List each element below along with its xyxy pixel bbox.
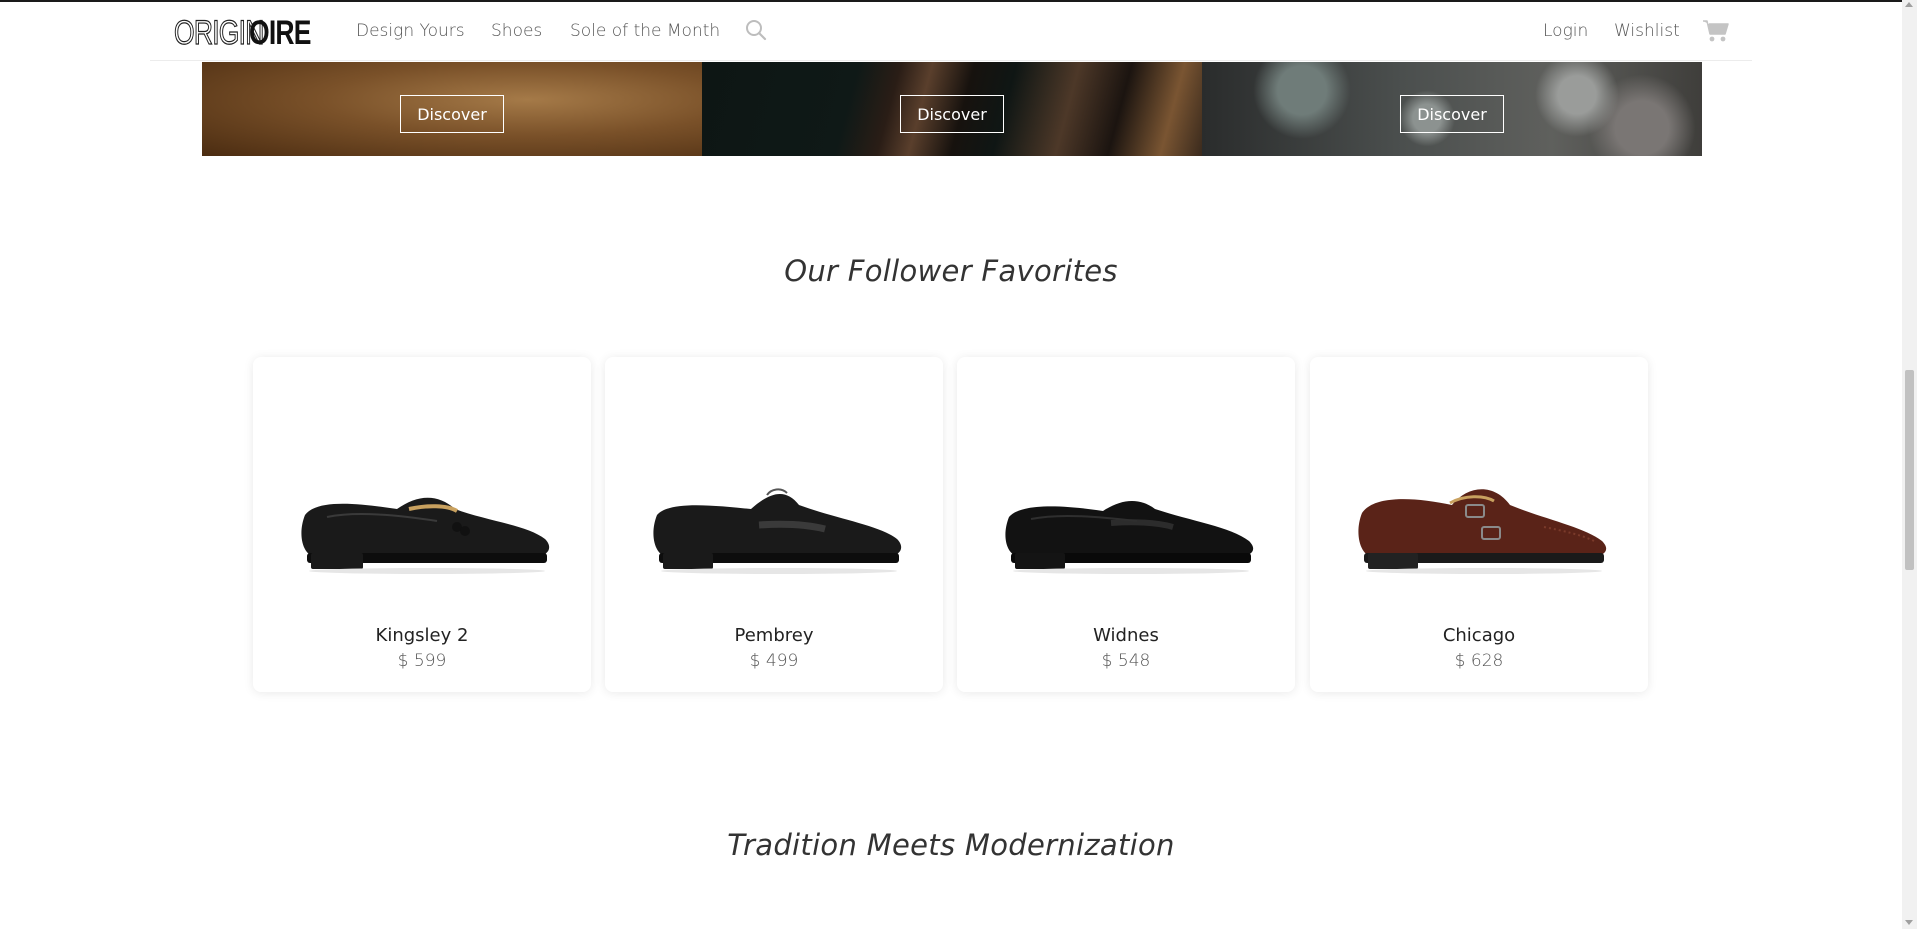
product-price: $ 499 bbox=[749, 651, 799, 671]
product-image bbox=[1005, 500, 1254, 574]
scrollbar-thumb[interactable] bbox=[1905, 370, 1914, 570]
product-image bbox=[653, 488, 902, 574]
product-price: $ 599 bbox=[397, 651, 447, 671]
product-name: Widnes bbox=[1093, 625, 1159, 646]
nav-design-yours[interactable]: Design Yours bbox=[356, 21, 465, 41]
category-banner-1: Discover bbox=[202, 62, 702, 156]
product-card[interactable]: Pembrey $ 499 bbox=[605, 357, 943, 692]
product-card[interactable]: Kingsley 2 $ 599 bbox=[253, 357, 591, 692]
product-name: Chicago bbox=[1442, 625, 1516, 646]
discover-button[interactable]: Discover bbox=[900, 95, 1004, 133]
category-banner-2: Discover bbox=[702, 62, 1202, 156]
product-image bbox=[301, 497, 550, 574]
category-banner-3: Discover bbox=[1202, 62, 1702, 156]
nav-wishlist[interactable]: Wishlist bbox=[1614, 21, 1680, 41]
product-price: $ 548 bbox=[1101, 651, 1151, 671]
site-logo[interactable]: ORIGIN OIRE bbox=[174, 14, 328, 52]
product-image bbox=[1358, 489, 1607, 574]
product-card[interactable]: Chicago $ 628 bbox=[1310, 357, 1648, 692]
product-name: Pembrey bbox=[734, 625, 814, 646]
discover-button[interactable]: Discover bbox=[400, 95, 504, 133]
favorites-heading: Our Follower Favorites bbox=[784, 254, 1118, 288]
nav-login[interactable]: Login bbox=[1543, 21, 1588, 41]
scroll-up-arrow-icon[interactable] bbox=[1905, 2, 1913, 7]
search-icon[interactable] bbox=[744, 18, 768, 42]
site-header: ORIGIN OIRE Design Yours Shoes Sole of t… bbox=[150, 2, 1752, 61]
cart-icon[interactable] bbox=[1702, 18, 1730, 44]
logo-bold-text: OIRE bbox=[248, 14, 311, 52]
page-scrollbar[interactable] bbox=[1902, 0, 1917, 929]
tradition-heading: Tradition Meets Modernization bbox=[727, 828, 1175, 862]
discover-button[interactable]: Discover bbox=[1400, 95, 1504, 133]
nav-shoes[interactable]: Shoes bbox=[491, 21, 542, 41]
nav-sole-of-the-month[interactable]: Sole of the Month bbox=[570, 21, 720, 41]
product-card[interactable]: Widnes $ 548 bbox=[957, 357, 1295, 692]
scroll-down-arrow-icon[interactable] bbox=[1905, 920, 1913, 925]
product-price: $ 628 bbox=[1454, 651, 1504, 671]
product-name: Kingsley 2 bbox=[375, 625, 469, 646]
